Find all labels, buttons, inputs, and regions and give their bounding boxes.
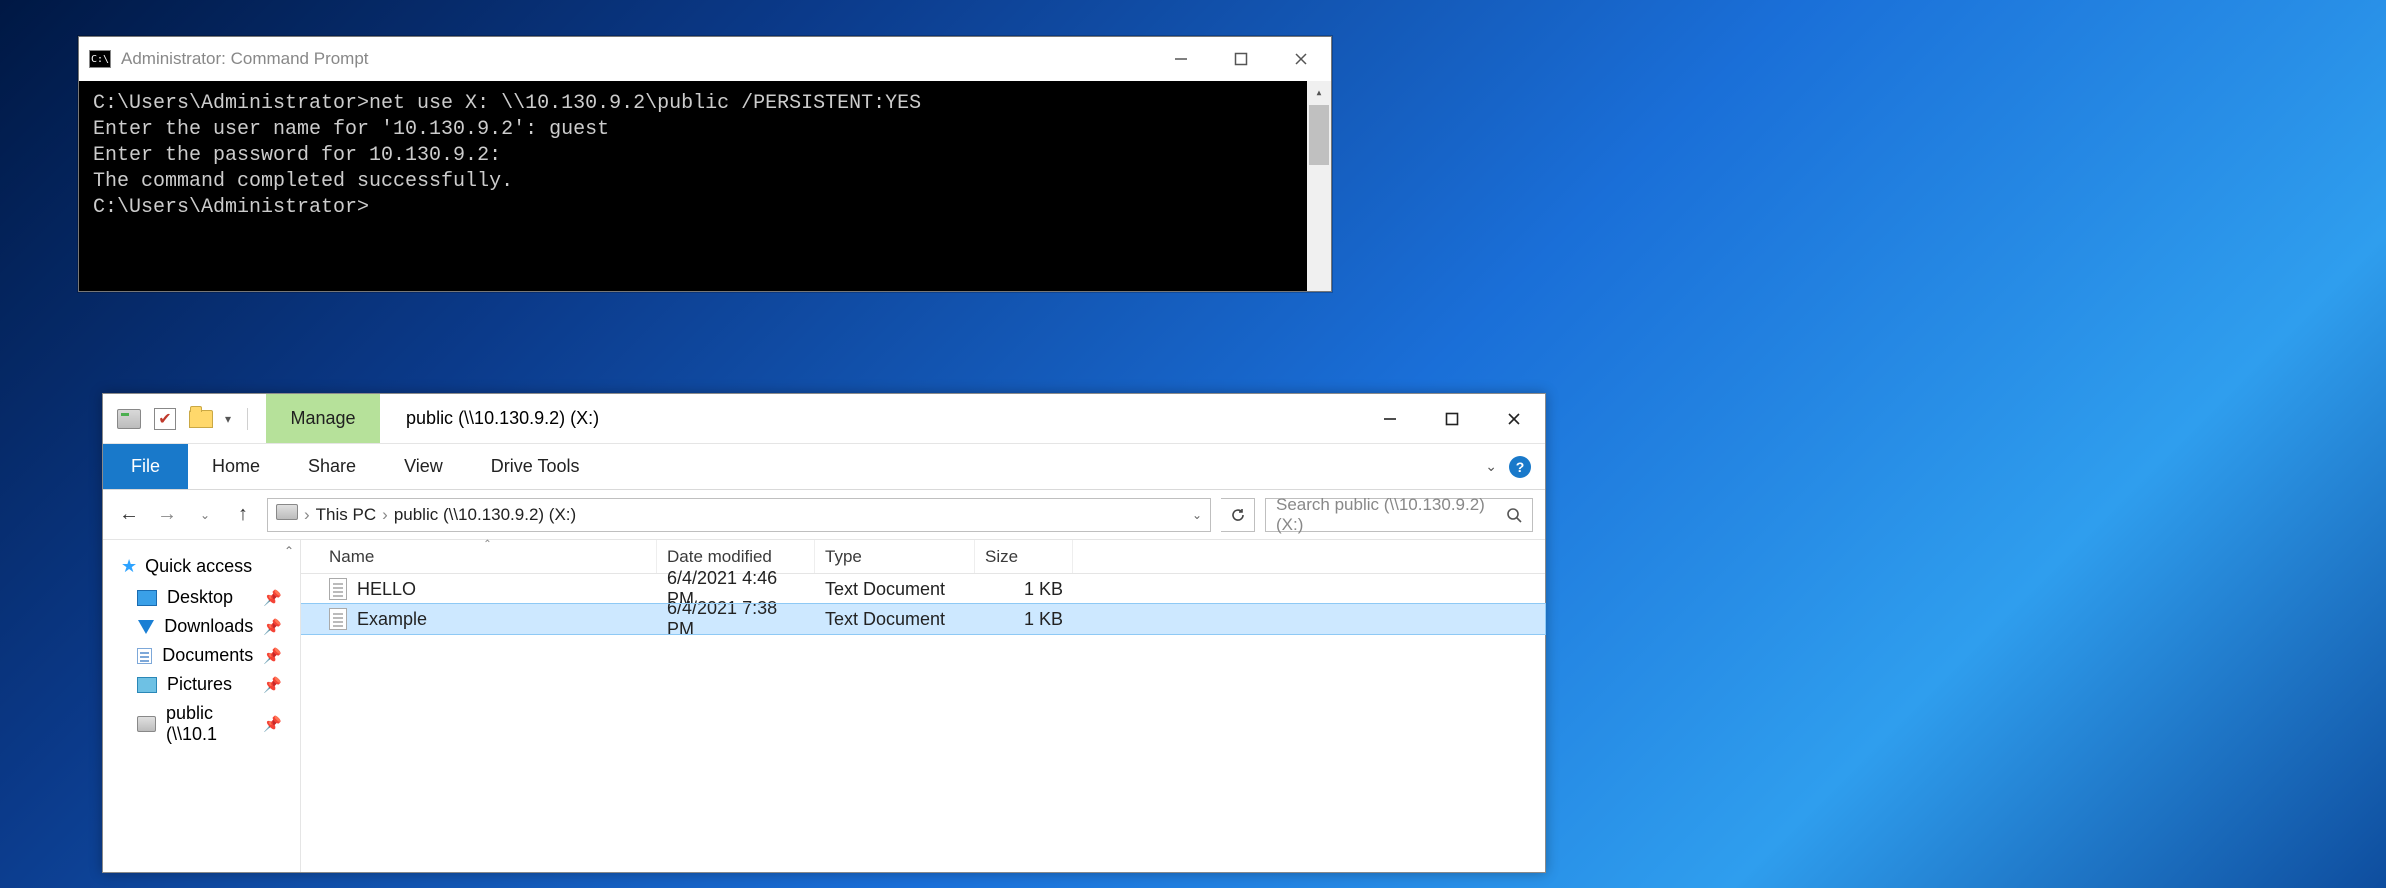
quick-access-group[interactable]: ★ Quick access — [103, 550, 300, 583]
maximize-button[interactable] — [1421, 394, 1483, 443]
file-size: 1 KB — [975, 579, 1073, 600]
terminal-line: C:\Users\Administrator> — [93, 195, 1317, 221]
properties-icon[interactable]: ✔ — [153, 407, 177, 431]
ribbon-tabs: File Home Share View Drive Tools ⌄ ? — [103, 444, 1545, 490]
drive-icon — [276, 504, 298, 525]
help-icon[interactable]: ? — [1509, 456, 1531, 478]
command-prompt-titlebar[interactable]: C:\ Administrator: Command Prompt — [79, 37, 1331, 81]
column-header-type[interactable]: Type — [815, 540, 975, 573]
star-icon: ★ — [121, 556, 137, 577]
separator — [247, 408, 248, 430]
documents-icon — [137, 648, 152, 664]
maximize-button[interactable] — [1211, 37, 1271, 81]
ribbon-collapse-icon[interactable]: ⌄ — [1485, 458, 1497, 475]
up-button[interactable]: ↑ — [229, 503, 257, 526]
column-header-size[interactable]: Size — [975, 540, 1073, 573]
refresh-button[interactable] — [1221, 498, 1255, 532]
file-name: Example — [357, 609, 427, 630]
pictures-icon — [137, 677, 157, 693]
file-date: 6/4/2021 7:38 PM — [657, 598, 815, 640]
file-name: HELLO — [357, 579, 416, 600]
breadcrumb-this-pc[interactable]: This PC — [316, 505, 376, 525]
text-file-icon — [329, 578, 347, 600]
close-button[interactable] — [1271, 37, 1331, 81]
column-headers: ⌃ Name Date modified Type Size — [301, 540, 1545, 574]
file-list-pane[interactable]: ⌃ Name Date modified Type Size HELLO 6/4… — [301, 540, 1545, 872]
address-bar-row: ← → ⌄ ↑ › This PC › public (\\10.130.9.2… — [103, 490, 1545, 540]
manage-contextual-tab[interactable]: Manage — [266, 394, 380, 443]
desktop-icon — [137, 590, 157, 606]
file-type: Text Document — [815, 609, 975, 630]
file-size: 1 KB — [975, 609, 1073, 630]
manage-label: Manage — [291, 408, 356, 429]
search-placeholder: Search public (\\10.130.9.2) (X:) — [1276, 495, 1498, 535]
navigation-pane[interactable]: ⌃ ★ Quick access Desktop 📌 Downloads 📌 D… — [103, 540, 301, 872]
breadcrumb-separator-icon: › — [304, 505, 310, 525]
pin-icon: 📌 — [263, 589, 292, 607]
minimize-button[interactable] — [1359, 394, 1421, 443]
explorer-titlebar[interactable]: ✔ ▾ Manage public (\\10.130.9.2) (X:) — [103, 394, 1545, 444]
ribbon-tab-view[interactable]: View — [380, 444, 467, 489]
network-drive-icon — [137, 716, 156, 732]
scroll-track[interactable] — [1307, 105, 1331, 291]
ribbon-tab-home[interactable]: Home — [188, 444, 284, 489]
sidebar-item-desktop[interactable]: Desktop 📌 — [103, 583, 300, 612]
quick-access-toolbar: ✔ ▾ — [103, 394, 262, 443]
ribbon-tab-file[interactable]: File — [103, 444, 188, 489]
file-row[interactable]: Example 6/4/2021 7:38 PM Text Document 1… — [301, 604, 1545, 634]
sidebar-item-downloads[interactable]: Downloads 📌 — [103, 612, 300, 641]
minimize-button[interactable] — [1151, 37, 1211, 81]
close-button[interactable] — [1483, 394, 1545, 443]
qat-dropdown-icon[interactable]: ▾ — [225, 412, 231, 426]
command-prompt-window[interactable]: C:\ Administrator: Command Prompt C:\Use… — [78, 36, 1332, 292]
column-header-name[interactable]: ⌃ Name — [319, 540, 657, 573]
new-folder-icon[interactable] — [189, 407, 213, 431]
terminal-line: Enter the user name for '10.130.9.2': gu… — [93, 117, 1317, 143]
recent-locations-icon[interactable]: ⌄ — [191, 508, 219, 522]
address-dropdown-icon[interactable]: ⌄ — [1192, 508, 1202, 522]
ribbon-tab-share[interactable]: Share — [284, 444, 380, 489]
address-bar[interactable]: › This PC › public (\\10.130.9.2) (X:) ⌄ — [267, 498, 1211, 532]
downloads-icon — [137, 620, 154, 634]
command-prompt-title: Administrator: Command Prompt — [121, 49, 369, 69]
drive-icon — [117, 407, 141, 431]
search-icon — [1506, 507, 1522, 523]
file-row[interactable]: HELLO 6/4/2021 4:46 PM Text Document 1 K… — [301, 574, 1545, 604]
quick-access-label: Quick access — [145, 556, 252, 577]
command-prompt-body[interactable]: C:\Users\Administrator>net use X: \\10.1… — [79, 81, 1331, 291]
sort-indicator-icon: ⌃ — [483, 539, 491, 550]
terminal-scrollbar[interactable]: ▴ — [1307, 81, 1331, 291]
sidebar-item-pictures[interactable]: Pictures 📌 — [103, 670, 300, 699]
terminal-line: Enter the password for 10.130.9.2: — [93, 143, 1317, 169]
pin-icon: 📌 — [263, 676, 292, 694]
terminal-line: The command completed successfully. — [93, 169, 1317, 195]
explorer-main: ⌃ ★ Quick access Desktop 📌 Downloads 📌 D… — [103, 540, 1545, 872]
window-title: public (\\10.130.9.2) (X:) — [380, 394, 599, 443]
text-file-icon — [329, 608, 347, 630]
terminal-line: C:\Users\Administrator>net use X: \\10.1… — [93, 91, 1317, 117]
scroll-thumb[interactable] — [1309, 105, 1329, 165]
sidebar-item-public-drive[interactable]: public (\\10.1 📌 — [103, 699, 300, 749]
pin-icon: 📌 — [263, 618, 292, 636]
file-explorer-window[interactable]: ✔ ▾ Manage public (\\10.130.9.2) (X:) Fi… — [102, 393, 1546, 873]
pin-icon: 📌 — [263, 715, 292, 733]
back-button[interactable]: ← — [115, 503, 143, 526]
sidebar-item-documents[interactable]: Documents 📌 — [103, 641, 300, 670]
scroll-up-icon[interactable]: ▴ — [1307, 81, 1331, 105]
command-prompt-icon: C:\ — [89, 50, 111, 68]
breadcrumb-location[interactable]: public (\\10.130.9.2) (X:) — [394, 505, 576, 525]
ribbon-tab-drive-tools[interactable]: Drive Tools — [467, 444, 604, 489]
forward-button[interactable]: → — [153, 503, 181, 526]
search-box[interactable]: Search public (\\10.130.9.2) (X:) — [1265, 498, 1533, 532]
breadcrumb-separator-icon: › — [382, 505, 388, 525]
file-type: Text Document — [815, 579, 975, 600]
scroll-up-icon[interactable]: ⌃ — [284, 544, 294, 558]
pin-icon: 📌 — [263, 647, 292, 665]
